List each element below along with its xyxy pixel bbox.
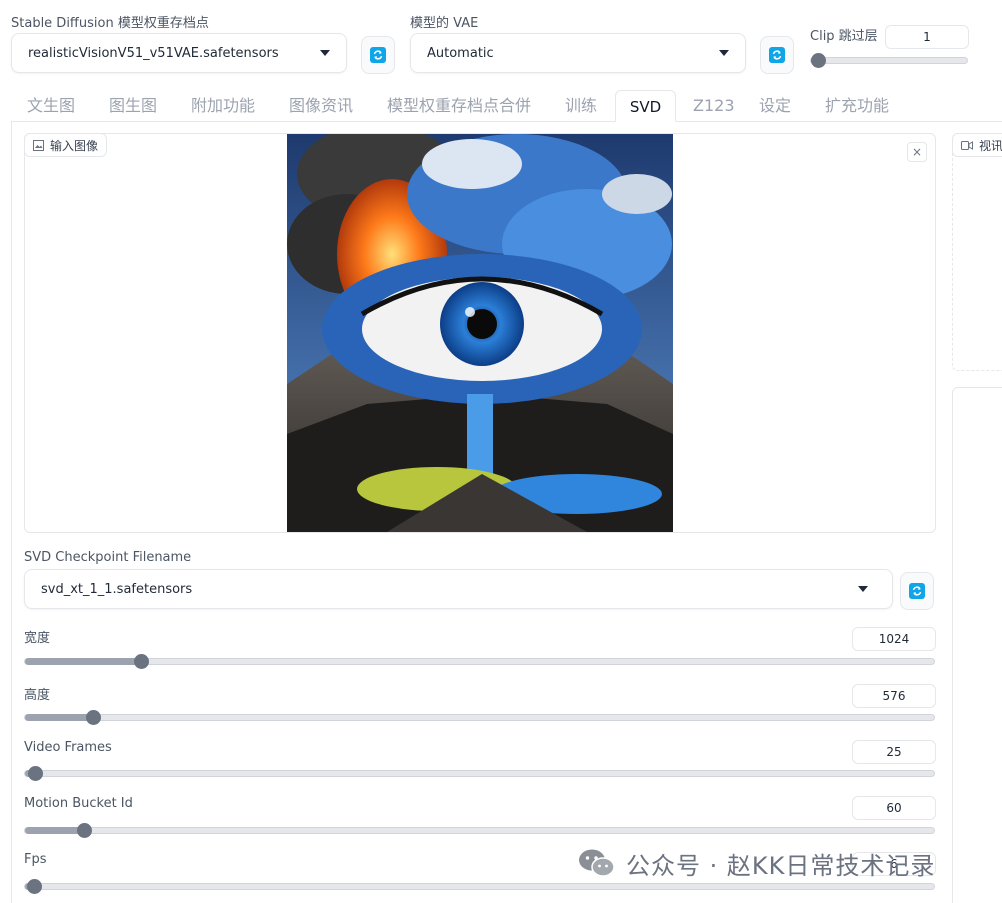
output-panel xyxy=(952,387,1002,903)
slider-fill xyxy=(25,714,94,721)
motion-bucket-slider[interactable] xyxy=(24,823,935,838)
tab-train[interactable]: 训练 xyxy=(565,90,597,122)
height-slider[interactable] xyxy=(24,710,935,725)
input-image-badge: 输入图像 xyxy=(24,133,108,157)
vae-dropdown[interactable]: Automatic xyxy=(410,33,746,73)
tab-extensions[interactable]: 扩充功能 xyxy=(825,90,889,122)
tab-txt2img[interactable]: 文生图 xyxy=(27,90,75,122)
motion-bucket-input[interactable]: 60 xyxy=(852,796,936,820)
slider-thumb[interactable] xyxy=(86,710,102,725)
refresh-icon xyxy=(769,47,785,63)
svd-checkpoint-label: SVD Checkpoint Filename xyxy=(24,550,192,565)
motion-bucket-label: Motion Bucket Id xyxy=(24,796,133,811)
slider-fill xyxy=(25,658,142,665)
checkpoint-value: realisticVisionV51_v51VAE.safetensors xyxy=(28,45,279,61)
image-icon xyxy=(33,139,44,151)
video-badge: 视讯 xyxy=(952,133,1002,157)
tab-extras[interactable]: 附加功能 xyxy=(191,90,255,122)
video-camera-icon xyxy=(961,140,973,150)
clip-skip-slider[interactable] xyxy=(810,53,968,68)
chevron-down-icon xyxy=(320,50,330,56)
close-button[interactable]: × xyxy=(907,142,927,162)
checkpoint-dropdown[interactable]: realisticVisionV51_v51VAE.safetensors xyxy=(11,33,347,73)
tab-svd[interactable]: SVD xyxy=(615,90,676,122)
slider-thumb[interactable] xyxy=(27,879,43,894)
tab-png-info[interactable]: 图像资讯 xyxy=(289,90,353,122)
refresh-checkpoint-button[interactable] xyxy=(361,36,395,74)
height-input[interactable]: 576 xyxy=(852,684,936,708)
video-frames-slider[interactable] xyxy=(24,766,935,781)
main-tabs: 文生图 图生图 附加功能 图像资讯 模型权重存档点合併 训练 SVD Z123 … xyxy=(11,90,1002,122)
slider-thumb[interactable] xyxy=(134,654,150,669)
input-image-panel[interactable]: 输入图像 × xyxy=(24,133,936,533)
tab-img2img[interactable]: 图生图 xyxy=(109,90,157,122)
slider-thumb[interactable] xyxy=(27,766,43,781)
video-frames-label: Video Frames xyxy=(24,740,112,755)
video-label: 视讯 xyxy=(979,138,1002,153)
refresh-icon xyxy=(909,583,925,599)
fps-slider[interactable] xyxy=(24,879,935,894)
close-icon: × xyxy=(911,145,923,159)
width-input[interactable]: 1024 xyxy=(852,627,936,651)
tab-z123[interactable]: Z123 xyxy=(693,90,735,122)
svd-checkpoint-value: svd_xt_1_1.safetensors xyxy=(41,581,193,597)
width-label: 宽度 xyxy=(24,631,51,646)
video-output-panel[interactable]: 视讯 xyxy=(952,133,1002,371)
uploaded-image xyxy=(287,134,673,532)
content-border xyxy=(11,122,12,903)
video-frames-input[interactable]: 25 xyxy=(852,740,936,764)
clip-skip-label: Clip 跳过层 xyxy=(810,29,878,44)
watermark-text: 公众号 · 赵KK日常技术记录 xyxy=(626,851,936,880)
height-label: 高度 xyxy=(24,688,51,703)
chevron-down-icon xyxy=(719,50,729,56)
slider-fill xyxy=(25,827,85,834)
tab-settings[interactable]: 设定 xyxy=(759,90,791,122)
refresh-vae-button[interactable] xyxy=(760,36,794,74)
vae-label: 模型的 VAE xyxy=(410,16,479,31)
chevron-down-icon xyxy=(858,586,868,592)
refresh-svd-checkpoint-button[interactable] xyxy=(900,572,934,610)
slider-thumb[interactable] xyxy=(811,53,826,68)
checkpoint-label: Stable Diffusion 模型权重存档点 xyxy=(11,16,209,31)
vae-value: Automatic xyxy=(427,45,494,61)
width-slider[interactable] xyxy=(24,654,935,669)
watermark: 公众号 · 赵KK日常技术记录 xyxy=(578,846,935,880)
clip-skip-input[interactable]: 1 xyxy=(885,25,969,49)
wechat-icon xyxy=(579,849,615,877)
svd-checkpoint-dropdown[interactable]: svd_xt_1_1.safetensors xyxy=(24,569,893,609)
fps-label: Fps xyxy=(24,852,47,867)
tab-checkpoint-merger[interactable]: 模型权重存档点合併 xyxy=(387,90,531,122)
refresh-icon xyxy=(370,47,386,63)
input-image-label: 输入图像 xyxy=(50,138,99,153)
slider-thumb[interactable] xyxy=(77,823,93,838)
